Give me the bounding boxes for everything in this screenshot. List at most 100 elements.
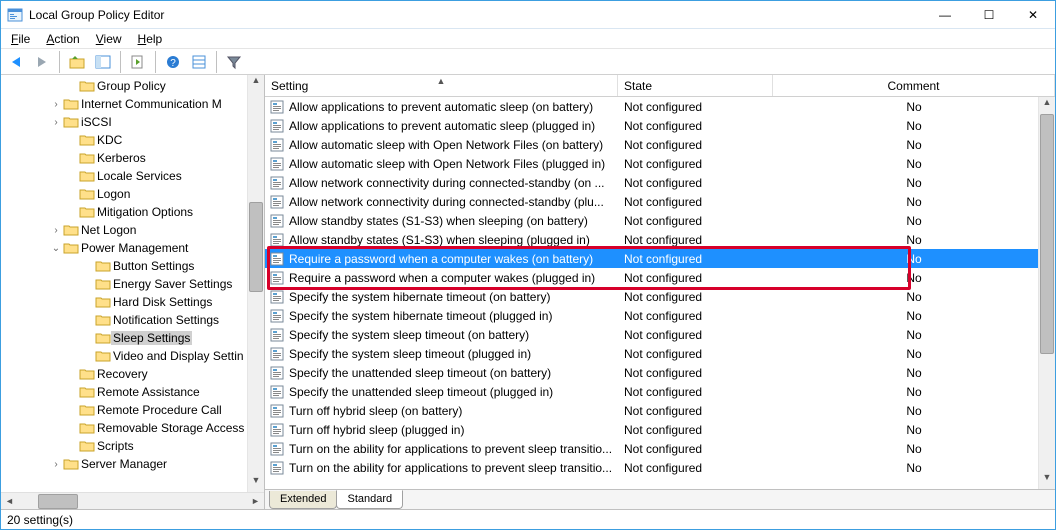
scroll-down-icon[interactable]: ▼ bbox=[248, 475, 264, 492]
tree-item-label: KDC bbox=[95, 133, 124, 147]
chevron-right-icon[interactable]: › bbox=[49, 117, 63, 128]
setting-row[interactable]: Specify the system sleep timeout (on bat… bbox=[265, 325, 1055, 344]
tree-item[interactable]: Sleep Settings bbox=[1, 329, 264, 347]
refresh-button[interactable] bbox=[127, 51, 149, 73]
scroll-thumb[interactable] bbox=[1040, 114, 1054, 354]
tree-item[interactable]: Recovery bbox=[1, 365, 264, 383]
setting-row[interactable]: Specify the unattended sleep timeout (pl… bbox=[265, 382, 1055, 401]
scroll-up-icon[interactable]: ▲ bbox=[1039, 97, 1055, 114]
tree-item[interactable]: ›Net Logon bbox=[1, 221, 264, 239]
setting-row[interactable]: Turn on the ability for applications to … bbox=[265, 458, 1055, 477]
help-button[interactable]: ? bbox=[162, 51, 184, 73]
tree-item[interactable]: ⌄Power Management bbox=[1, 239, 264, 257]
tree-item[interactable]: Mitigation Options bbox=[1, 203, 264, 221]
tree-vscrollbar[interactable]: ▲ ▼ bbox=[247, 75, 264, 492]
minimize-button[interactable]: — bbox=[923, 1, 967, 29]
setting-row[interactable]: Allow standby states (S1-S3) when sleepi… bbox=[265, 230, 1055, 249]
folder-icon bbox=[79, 187, 95, 201]
tree-item[interactable]: ›Server Manager bbox=[1, 455, 264, 473]
column-state[interactable]: State bbox=[618, 75, 773, 96]
tree-item[interactable]: Notification Settings bbox=[1, 311, 264, 329]
column-comment[interactable]: Comment bbox=[773, 75, 1055, 96]
up-button[interactable] bbox=[66, 51, 88, 73]
menubar: File Action View Help bbox=[1, 29, 1055, 49]
tree-item[interactable]: Video and Display Settin bbox=[1, 347, 264, 365]
list-vscrollbar[interactable]: ▲ ▼ bbox=[1038, 97, 1055, 489]
showhide-button[interactable] bbox=[92, 51, 114, 73]
forward-button[interactable] bbox=[31, 51, 53, 73]
toolbar-separator bbox=[216, 51, 217, 73]
tree-item[interactable]: Group Policy bbox=[1, 77, 264, 95]
chevron-right-icon[interactable]: › bbox=[49, 459, 63, 470]
scroll-thumb[interactable] bbox=[249, 202, 263, 292]
maximize-button[interactable]: ☐ bbox=[967, 1, 1011, 29]
scroll-thumb[interactable] bbox=[38, 494, 78, 509]
setting-row[interactable]: Turn off hybrid sleep (on battery)Not co… bbox=[265, 401, 1055, 420]
scroll-down-icon[interactable]: ▼ bbox=[1039, 472, 1055, 489]
tree-item[interactable]: Locale Services bbox=[1, 167, 264, 185]
tree-item[interactable]: ›iSCSI bbox=[1, 113, 264, 131]
setting-name: Turn on the ability for applications to … bbox=[289, 442, 612, 456]
tree-item[interactable]: KDC bbox=[1, 131, 264, 149]
setting-row[interactable]: Allow standby states (S1-S3) when sleepi… bbox=[265, 211, 1055, 230]
tree-item[interactable]: Removable Storage Access bbox=[1, 419, 264, 437]
tree-item[interactable]: ›Internet Communication M bbox=[1, 95, 264, 113]
setting-row[interactable]: Specify the system sleep timeout (plugge… bbox=[265, 344, 1055, 363]
chevron-down-icon[interactable]: ⌄ bbox=[49, 243, 63, 254]
back-button[interactable] bbox=[5, 51, 27, 73]
setting-comment: No bbox=[773, 366, 1055, 380]
setting-row[interactable]: Allow automatic sleep with Open Network … bbox=[265, 154, 1055, 173]
tree[interactable]: Group Policy ›Internet Communication M›iS… bbox=[1, 75, 264, 492]
folder-icon bbox=[95, 313, 111, 327]
setting-row[interactable]: Allow network connectivity during connec… bbox=[265, 192, 1055, 211]
tree-hscrollbar[interactable]: ◄ ► bbox=[1, 492, 264, 509]
setting-row[interactable]: Specify the system hibernate timeout (on… bbox=[265, 287, 1055, 306]
scroll-right-icon[interactable]: ► bbox=[247, 496, 264, 506]
setting-row[interactable]: Require a password when a computer wakes… bbox=[265, 268, 1055, 287]
tree-item[interactable]: Hard Disk Settings bbox=[1, 293, 264, 311]
tree-item-label: Removable Storage Access bbox=[95, 421, 246, 435]
settings-list[interactable]: Allow applications to prevent automatic … bbox=[265, 97, 1055, 489]
tree-item[interactable]: Logon bbox=[1, 185, 264, 203]
setting-row[interactable]: Specify the unattended sleep timeout (on… bbox=[265, 363, 1055, 382]
tree-item[interactable]: Button Settings bbox=[1, 257, 264, 275]
options-button[interactable] bbox=[188, 51, 210, 73]
menu-action[interactable]: Action bbox=[40, 31, 85, 47]
toolbar: ? bbox=[1, 49, 1055, 75]
tree-item-label: Group Policy bbox=[95, 79, 168, 93]
sort-asc-icon: ▲ bbox=[437, 76, 446, 86]
filter-button[interactable] bbox=[223, 51, 245, 73]
menu-help[interactable]: Help bbox=[132, 31, 169, 47]
setting-name: Allow standby states (S1-S3) when sleepi… bbox=[289, 233, 590, 247]
setting-row[interactable]: Allow network connectivity during connec… bbox=[265, 173, 1055, 192]
tab-standard[interactable]: Standard bbox=[336, 490, 403, 509]
tab-extended[interactable]: Extended bbox=[269, 491, 337, 509]
tree-item[interactable]: Remote Assistance bbox=[1, 383, 264, 401]
policy-icon bbox=[269, 118, 285, 134]
setting-name: Turn on the ability for applications to … bbox=[289, 461, 612, 475]
menu-file[interactable]: File bbox=[5, 31, 36, 47]
toolbar-separator bbox=[155, 51, 156, 73]
close-button[interactable]: ✕ bbox=[1011, 1, 1055, 29]
chevron-right-icon[interactable]: › bbox=[49, 225, 63, 236]
setting-row[interactable]: Allow automatic sleep with Open Network … bbox=[265, 135, 1055, 154]
menu-view[interactable]: View bbox=[90, 31, 128, 47]
setting-state: Not configured bbox=[618, 423, 773, 437]
setting-row[interactable]: Specify the system hibernate timeout (pl… bbox=[265, 306, 1055, 325]
setting-row[interactable]: Allow applications to prevent automatic … bbox=[265, 116, 1055, 135]
tree-item[interactable]: Remote Procedure Call bbox=[1, 401, 264, 419]
setting-row[interactable]: Turn off hybrid sleep (plugged in)Not co… bbox=[265, 420, 1055, 439]
tree-item[interactable]: Scripts bbox=[1, 437, 264, 455]
setting-row[interactable]: Require a password when a computer wakes… bbox=[265, 249, 1055, 268]
tree-item[interactable]: Energy Saver Settings bbox=[1, 275, 264, 293]
tree-item[interactable]: Kerberos bbox=[1, 149, 264, 167]
chevron-right-icon[interactable]: › bbox=[49, 99, 63, 110]
folder-icon bbox=[95, 331, 111, 345]
policy-icon bbox=[269, 308, 285, 324]
scroll-up-icon[interactable]: ▲ bbox=[248, 75, 264, 92]
column-setting[interactable]: Setting ▲ bbox=[265, 75, 618, 96]
setting-row[interactable]: Turn on the ability for applications to … bbox=[265, 439, 1055, 458]
setting-name: Specify the system sleep timeout (plugge… bbox=[289, 347, 531, 361]
scroll-left-icon[interactable]: ◄ bbox=[1, 496, 18, 506]
setting-row[interactable]: Allow applications to prevent automatic … bbox=[265, 97, 1055, 116]
